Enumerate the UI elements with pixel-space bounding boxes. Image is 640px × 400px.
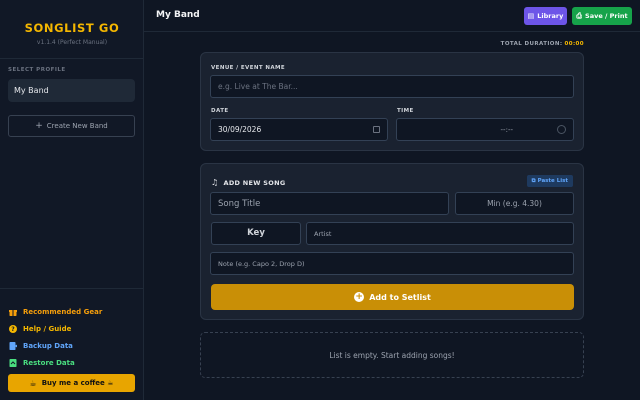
app-brand: SONGLIST GO xyxy=(24,21,120,35)
paste-list-label: Paste List xyxy=(537,178,568,184)
song-title-input[interactable]: Song Title xyxy=(210,192,449,215)
backup-icon xyxy=(9,342,18,350)
date-input[interactable]: 30/09/2026 xyxy=(210,118,388,141)
add-to-setlist-button[interactable]: + Add to Setlist xyxy=(211,284,574,310)
restore-data-link[interactable]: Restore Data xyxy=(9,357,75,369)
backup-data-link[interactable]: Backup Data xyxy=(9,340,73,352)
top-header: My Band ▤ Library ⎙ Save / Print xyxy=(144,0,640,32)
svg-text:?: ? xyxy=(11,326,15,333)
library-button[interactable]: ▤ Library xyxy=(524,7,567,25)
total-duration-label: TOTAL DURATION: xyxy=(500,41,563,47)
profile-item-my-band[interactable]: My Band xyxy=(8,79,135,102)
note-input[interactable]: Note (e.g. Capo 2, Drop D) xyxy=(210,252,574,275)
clock-icon[interactable] xyxy=(557,125,566,134)
paste-list-button[interactable]: ⧉ Paste List xyxy=(526,175,573,187)
save-print-button[interactable]: ⎙ Save / Print xyxy=(572,7,632,25)
total-duration: TOTAL DURATION: 00:00 xyxy=(501,41,584,47)
printer-icon: ⎙ xyxy=(576,11,583,20)
setlist-empty-state: List is empty. Start adding songs! xyxy=(200,332,584,378)
recommended-gear-label: Recommended Gear xyxy=(23,308,103,316)
add-song-heading-label: ADD NEW SONG xyxy=(223,178,286,187)
gift-icon xyxy=(9,308,17,316)
add-song-card: ♫ ADD NEW SONG ⧉ Paste List Song Title Min… xyxy=(200,163,584,320)
date-value: 30/09/2026 xyxy=(218,125,262,134)
buy-coffee-button[interactable]: ☕ Buy me a coffee ☕ xyxy=(8,374,135,392)
plus-circle-icon: + xyxy=(354,292,365,302)
coffee-icon: ☕ xyxy=(29,378,37,388)
add-song-heading: ♫ ADD NEW SONG xyxy=(211,178,285,187)
help-guide-link[interactable]: ? Help / Guide xyxy=(9,323,71,335)
venue-input[interactable]: e.g. Live at The Bar... xyxy=(210,75,574,98)
library-label: Library xyxy=(537,12,564,20)
sidebar: SONGLIST GO v1.1.4 (Perfect Manual) SELE… xyxy=(0,0,144,400)
event-details-card: VENUE / EVENT NAME e.g. Live at The Bar.… xyxy=(200,52,584,151)
page-title: My Band xyxy=(156,10,200,20)
total-duration-value: 00:00 xyxy=(564,41,584,47)
calendar-icon[interactable] xyxy=(373,126,380,133)
time-value: --:-- xyxy=(500,126,513,134)
sidebar-divider xyxy=(0,288,144,289)
duration-minutes-input[interactable]: Min (e.g. 4.30) xyxy=(455,192,574,215)
help-guide-label: Help / Guide xyxy=(23,325,72,333)
time-input[interactable]: --:-- xyxy=(396,118,574,141)
plus-icon: + xyxy=(35,121,43,131)
music-note-icon: ♫ xyxy=(211,178,219,187)
help-icon: ? xyxy=(9,325,17,333)
venue-label: VENUE / EVENT NAME xyxy=(211,65,286,71)
recommended-gear-link[interactable]: Recommended Gear xyxy=(9,306,102,318)
select-profile-label: SELECT PROFILE xyxy=(8,67,66,73)
restore-data-label: Restore Data xyxy=(23,359,75,367)
artist-input[interactable]: Artist xyxy=(306,222,574,245)
restore-icon xyxy=(9,359,17,367)
date-label: DATE xyxy=(211,108,229,114)
buy-coffee-label: Buy me a coffee ☕ xyxy=(41,379,114,387)
time-label: TIME xyxy=(397,108,414,114)
backup-data-label: Backup Data xyxy=(23,342,73,350)
create-new-band-label: Create New Band xyxy=(46,122,108,130)
add-to-setlist-label: Add to Setlist xyxy=(369,292,431,302)
create-new-band-button[interactable]: + Create New Band xyxy=(8,115,135,137)
sidebar-divider xyxy=(0,58,144,59)
app-version: v1.1.4 (Perfect Manual) xyxy=(36,39,108,46)
empty-message: List is empty. Start adding songs! xyxy=(329,350,455,360)
clipboard-icon: ⧉ xyxy=(531,177,536,184)
key-select[interactable]: Key xyxy=(211,222,301,245)
library-icon: ▤ xyxy=(527,12,535,20)
save-print-label: Save / Print xyxy=(585,12,628,20)
